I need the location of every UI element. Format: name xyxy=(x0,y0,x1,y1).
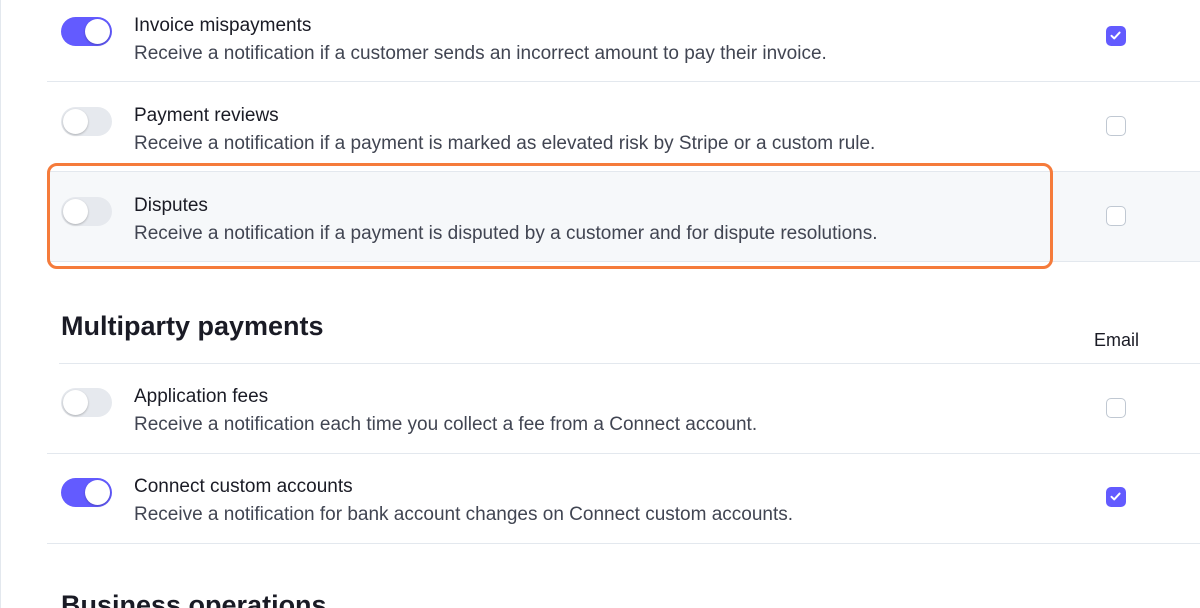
notification-settings-panel: Invoice mispayments Receive a notificati… xyxy=(0,0,1200,608)
checkmark-icon xyxy=(1110,31,1121,40)
row-description: Receive a notification for bank account … xyxy=(134,504,794,525)
toggle-knob xyxy=(63,109,88,134)
notification-row-invoice-mispayments: Invoice mispayments Receive a notificati… xyxy=(47,0,1200,82)
invoice-mispayments-email-checkbox[interactable] xyxy=(1106,26,1126,46)
notification-row-payment-reviews: Payment reviews Receive a notification i… xyxy=(47,82,1200,172)
checkmark-icon xyxy=(1110,492,1121,501)
payment-reviews-toggle[interactable] xyxy=(61,107,112,136)
disputes-toggle[interactable] xyxy=(61,197,112,226)
connect-custom-accounts-email-checkbox[interactable] xyxy=(1106,487,1126,507)
row-title: Disputes xyxy=(134,195,208,216)
email-column-label: Email xyxy=(1094,330,1140,350)
toggle-knob xyxy=(85,19,110,44)
row-title: Payment reviews xyxy=(134,105,279,126)
row-title: Invoice mispayments xyxy=(134,15,312,36)
invoice-mispayments-toggle[interactable] xyxy=(61,17,112,46)
application-fees-toggle[interactable] xyxy=(61,388,112,417)
notification-row-connect-custom-accounts: Connect custom accounts Receive a notifi… xyxy=(47,454,1200,544)
row-title: Connect custom accounts xyxy=(134,476,353,497)
application-fees-email-checkbox[interactable] xyxy=(1106,398,1126,418)
notification-row-disputes: Disputes Receive a notification if a pay… xyxy=(47,172,1200,262)
row-title: Application fees xyxy=(134,386,269,407)
row-description: Receive a notification if a customer sen… xyxy=(134,43,827,64)
connect-custom-accounts-toggle[interactable] xyxy=(61,478,112,507)
toggle-knob xyxy=(63,199,88,224)
toggle-knob xyxy=(63,390,88,415)
row-description: Receive a notification if a payment is m… xyxy=(134,133,876,154)
row-description: Receive a notification each time you col… xyxy=(134,414,758,435)
disputes-email-checkbox[interactable] xyxy=(1106,206,1126,226)
section-heading-multiparty-payments: Multiparty payments xyxy=(61,311,324,341)
row-description: Receive a notification if a payment is d… xyxy=(134,223,878,244)
payment-reviews-email-checkbox[interactable] xyxy=(1106,116,1126,136)
toggle-knob xyxy=(85,480,110,505)
section-heading-business-operations: Business operations xyxy=(61,590,327,608)
notification-row-application-fees: Application fees Receive a notification … xyxy=(47,364,1200,454)
